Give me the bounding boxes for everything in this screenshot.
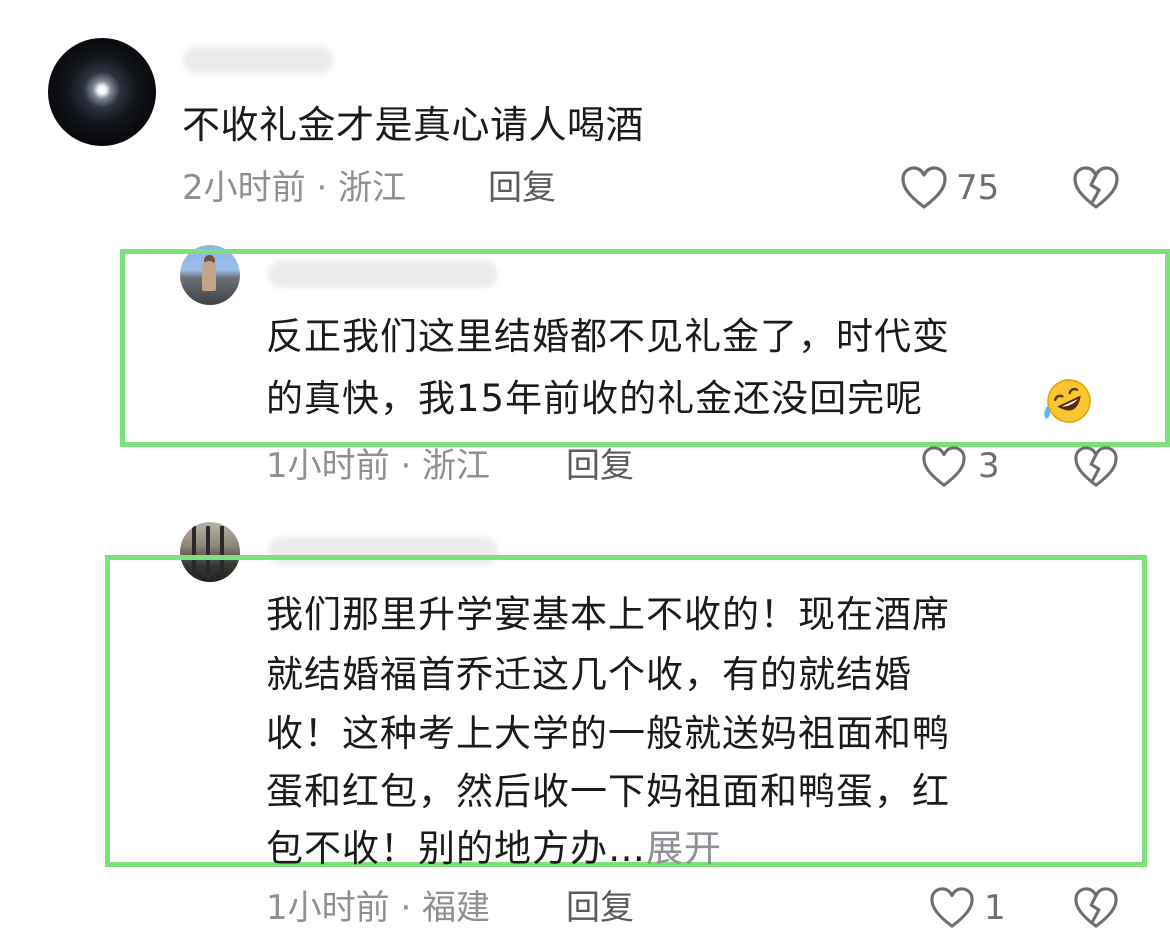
comment-text-line: 包不收！别的地方办…展开 bbox=[266, 824, 1136, 874]
broken-heart-icon[interactable] bbox=[1072, 886, 1120, 930]
reply-button[interactable]: 回复 bbox=[488, 168, 556, 208]
reply-button[interactable]: 回复 bbox=[566, 888, 634, 928]
expand-button[interactable]: 展开 bbox=[646, 827, 722, 870]
comment-text-line: 反正我们这里结婚都不见礼金了，时代变 bbox=[266, 315, 950, 358]
like-count: 75 bbox=[956, 168, 1000, 208]
laughing-emoji bbox=[1040, 376, 1098, 426]
avatar[interactable] bbox=[48, 38, 156, 146]
comment-meta: 1小时前 · 福建 bbox=[266, 888, 491, 928]
comment-text-line: 的真快，我15年前收的礼金还没回完呢 bbox=[266, 377, 924, 420]
comment-text-line: 我们那里升学宴基本上不收的！现在酒席 bbox=[266, 593, 950, 636]
comment-text-truncated: 包不收！别的地方办… bbox=[266, 827, 646, 870]
comment-text-line: 蛋和红包，然后收一下妈祖面和鸭蛋，红 bbox=[266, 770, 950, 813]
comment-text-line: 就结婚福首乔迁这几个收，有的就结婚 bbox=[266, 653, 912, 696]
reply-button[interactable]: 回复 bbox=[566, 446, 634, 486]
comment-meta: 2小时前 · 浙江 bbox=[182, 168, 407, 208]
broken-heart-icon[interactable] bbox=[1072, 165, 1120, 211]
comment-text: 不收礼金才是真心请人喝酒 bbox=[182, 103, 645, 147]
broken-heart-icon[interactable] bbox=[1072, 445, 1120, 489]
comment-text-line: 收！这种考上大学的一般就送妈祖面和鸭 bbox=[266, 712, 950, 755]
like-count: 1 bbox=[984, 888, 1006, 928]
heart-icon[interactable] bbox=[900, 165, 948, 211]
heart-icon[interactable] bbox=[920, 445, 968, 489]
username-blurred[interactable] bbox=[183, 46, 333, 74]
comment-meta: 1小时前 · 浙江 bbox=[266, 446, 491, 486]
heart-icon[interactable] bbox=[928, 886, 976, 930]
like-count: 3 bbox=[978, 446, 1000, 486]
